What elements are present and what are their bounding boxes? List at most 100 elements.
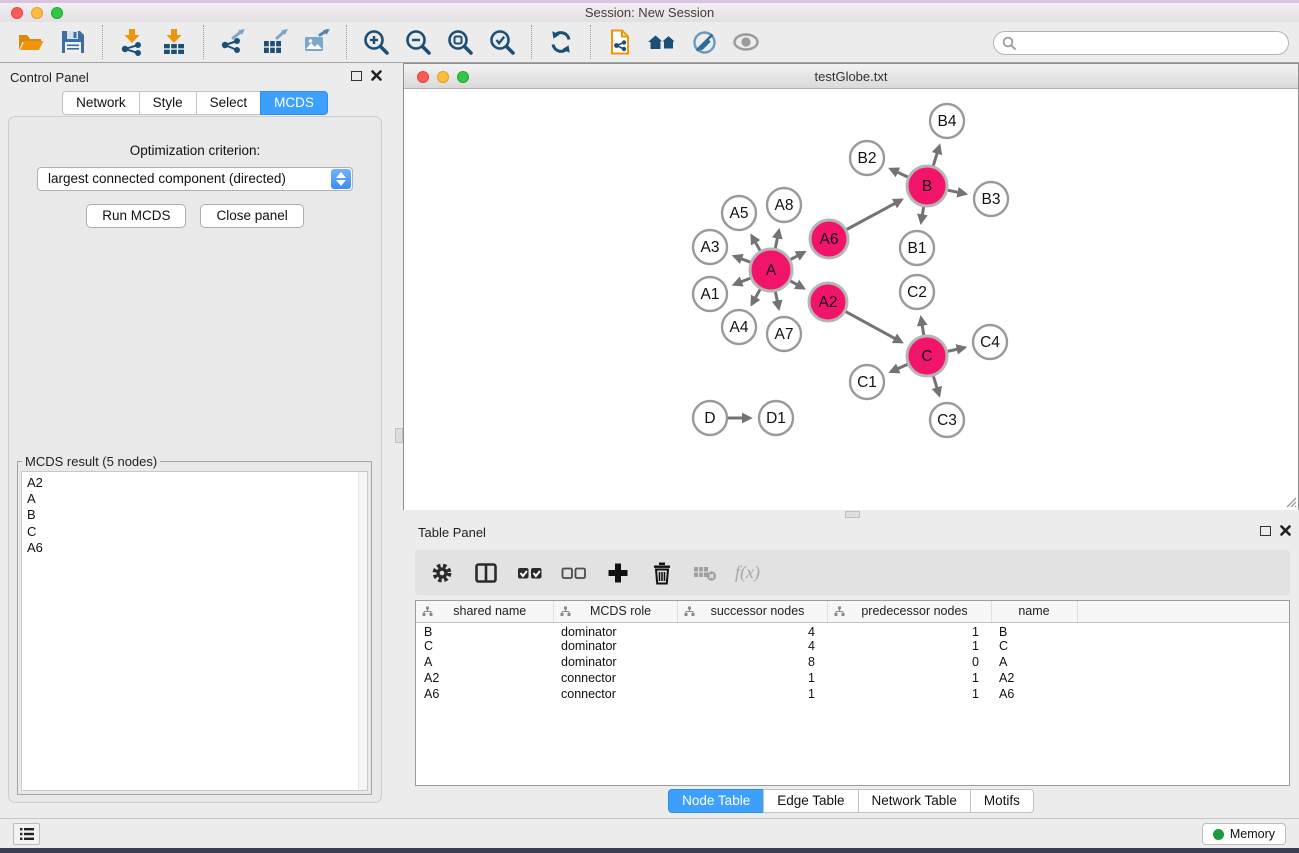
save-session-icon[interactable] [52,24,94,60]
cell-successor-nodes[interactable]: 8 [677,654,827,670]
cell-shared-name[interactable]: B [416,622,553,639]
graph-edge-A-A6[interactable] [790,252,804,259]
tab-mcds[interactable]: MCDS [260,91,328,115]
run-mcds-button[interactable]: Run MCDS [86,204,186,228]
graph-node-C3[interactable]: C3 [930,403,964,437]
graph-edge-C-C2[interactable] [921,318,924,336]
mcds-result-list[interactable]: A2ABCA6 [21,471,368,791]
graph-edge-A-A5[interactable] [752,236,761,251]
zoom-out-icon[interactable] [397,24,439,60]
cell-successor-nodes[interactable]: 1 [677,686,827,702]
cell-shared-name[interactable]: C [416,639,553,655]
mcds-result-item[interactable]: A [27,491,367,507]
cell-shared-name[interactable]: A [416,654,553,670]
tab-network-table[interactable]: Network Table [858,789,971,813]
graph-edge-B-B4[interactable] [933,146,939,166]
cell-mcds-role[interactable]: dominator [553,622,677,639]
close-view-button[interactable] [417,71,429,83]
graph-node-D1[interactable]: D1 [759,401,793,435]
refresh-icon[interactable] [540,24,582,60]
column-header-name[interactable]: name [991,601,1077,622]
graph-node-A6[interactable]: A6 [810,220,848,258]
zoom-fit-icon[interactable] [439,24,481,60]
graph-node-A7[interactable]: A7 [767,317,801,351]
graph-edge-A2-C[interactable] [846,312,902,343]
horizontal-splitter-handle[interactable] [845,511,860,518]
cell-shared-name[interactable]: A2 [416,670,553,686]
graph-edge-A-A7[interactable] [775,292,778,309]
zoom-selected-icon[interactable] [481,24,523,60]
search-field[interactable] [993,31,1289,55]
table-row[interactable]: Cdominator41C [416,639,1289,655]
graph-edge-A-A2[interactable] [790,281,803,289]
graph-node-A[interactable]: A [750,249,792,291]
tab-node-table[interactable]: Node Table [668,789,764,813]
graph-node-A4[interactable]: A4 [722,310,756,344]
graph-node-C1[interactable]: C1 [850,365,884,399]
split-table-view-icon[interactable] [471,558,501,588]
memory-button[interactable]: Memory [1202,823,1286,845]
mcds-result-item[interactable]: C [27,524,367,540]
mcds-result-item[interactable]: A6 [27,540,367,556]
network-window-titlebar[interactable]: testGlobe.txt [404,64,1298,89]
cell-successor-nodes[interactable]: 4 [677,622,827,639]
maximize-window-button[interactable] [51,7,63,19]
tab-select[interactable]: Select [196,91,262,115]
graph-node-B2[interactable]: B2 [850,141,884,175]
vertical-splitter-handle[interactable] [395,428,403,443]
graph-edge-C-C3[interactable] [933,376,939,395]
cell-predecessor-nodes[interactable]: 0 [827,654,991,670]
column-header-mcds-role[interactable]: MCDS role [553,601,677,622]
graph-edge-A-A8[interactable] [775,231,779,249]
cell-predecessor-nodes[interactable]: 1 [827,686,991,702]
graph-node-A5[interactable]: A5 [722,196,756,230]
graph-edge-A6-B[interactable] [847,200,902,230]
graph-node-A2[interactable]: A2 [809,283,847,321]
cell-mcds-role[interactable]: connector [553,686,677,702]
graph-node-C4[interactable]: C4 [973,325,1007,359]
close-window-button[interactable] [11,7,23,19]
column-header-shared-name[interactable]: shared name [416,601,553,622]
graph-edge-B-B3[interactable] [948,190,966,194]
import-table-icon[interactable] [153,24,195,60]
mcds-result-item[interactable]: A2 [27,475,367,491]
network-canvas[interactable]: B4B2BB3A8A5A6B1A3AC2A1A2A4A7C4CC1C3DD1 [404,90,1298,510]
cell-successor-nodes[interactable]: 4 [677,639,827,655]
mcds-result-item[interactable]: B [27,507,367,523]
close-panel-button[interactable]: Close panel [200,204,303,228]
cell-name[interactable]: A [991,654,1077,670]
float-panel-icon[interactable] [351,71,362,81]
cell-mcds-role[interactable]: connector [553,670,677,686]
graph-node-B3[interactable]: B3 [974,182,1008,216]
close-panel-icon[interactable] [371,70,382,81]
graph-edge-A-A3[interactable] [734,256,750,262]
graph-node-B4[interactable]: B4 [930,104,964,138]
graph-node-C[interactable]: C [907,336,947,376]
graph-node-A1[interactable]: A1 [693,277,727,311]
column-header-predecessor-nodes[interactable]: predecessor nodes [827,601,991,622]
cell-name[interactable]: B [991,622,1077,639]
graph-edge-B-B1[interactable] [921,207,924,223]
export-image-icon[interactable] [296,24,338,60]
cell-successor-nodes[interactable]: 1 [677,670,827,686]
cybrowser-home-icon[interactable] [641,24,683,60]
cell-shared-name[interactable]: A6 [416,686,553,702]
export-network-icon[interactable] [212,24,254,60]
cell-name[interactable]: A2 [991,670,1077,686]
create-column-plus-icon[interactable] [603,558,633,588]
cell-predecessor-nodes[interactable]: 1 [827,670,991,686]
cell-predecessor-nodes[interactable]: 1 [827,622,991,639]
cell-mcds-role[interactable]: dominator [553,639,677,655]
open-session-icon[interactable] [10,24,52,60]
graph-node-A3[interactable]: A3 [693,230,727,264]
minimize-window-button[interactable] [31,7,43,19]
criterion-select[interactable]: largest connected component (directed) [37,167,353,191]
graph-edge-A-A1[interactable] [734,278,750,284]
hide-graphics-details-icon[interactable] [683,24,725,60]
graph-node-B[interactable]: B [907,166,947,206]
graph-edge-C-C4[interactable] [948,348,965,352]
cell-name[interactable]: A6 [991,686,1077,702]
maximize-view-button[interactable] [457,71,469,83]
graph-edge-B-B2[interactable] [891,169,908,177]
graph-node-D[interactable]: D [693,401,727,435]
